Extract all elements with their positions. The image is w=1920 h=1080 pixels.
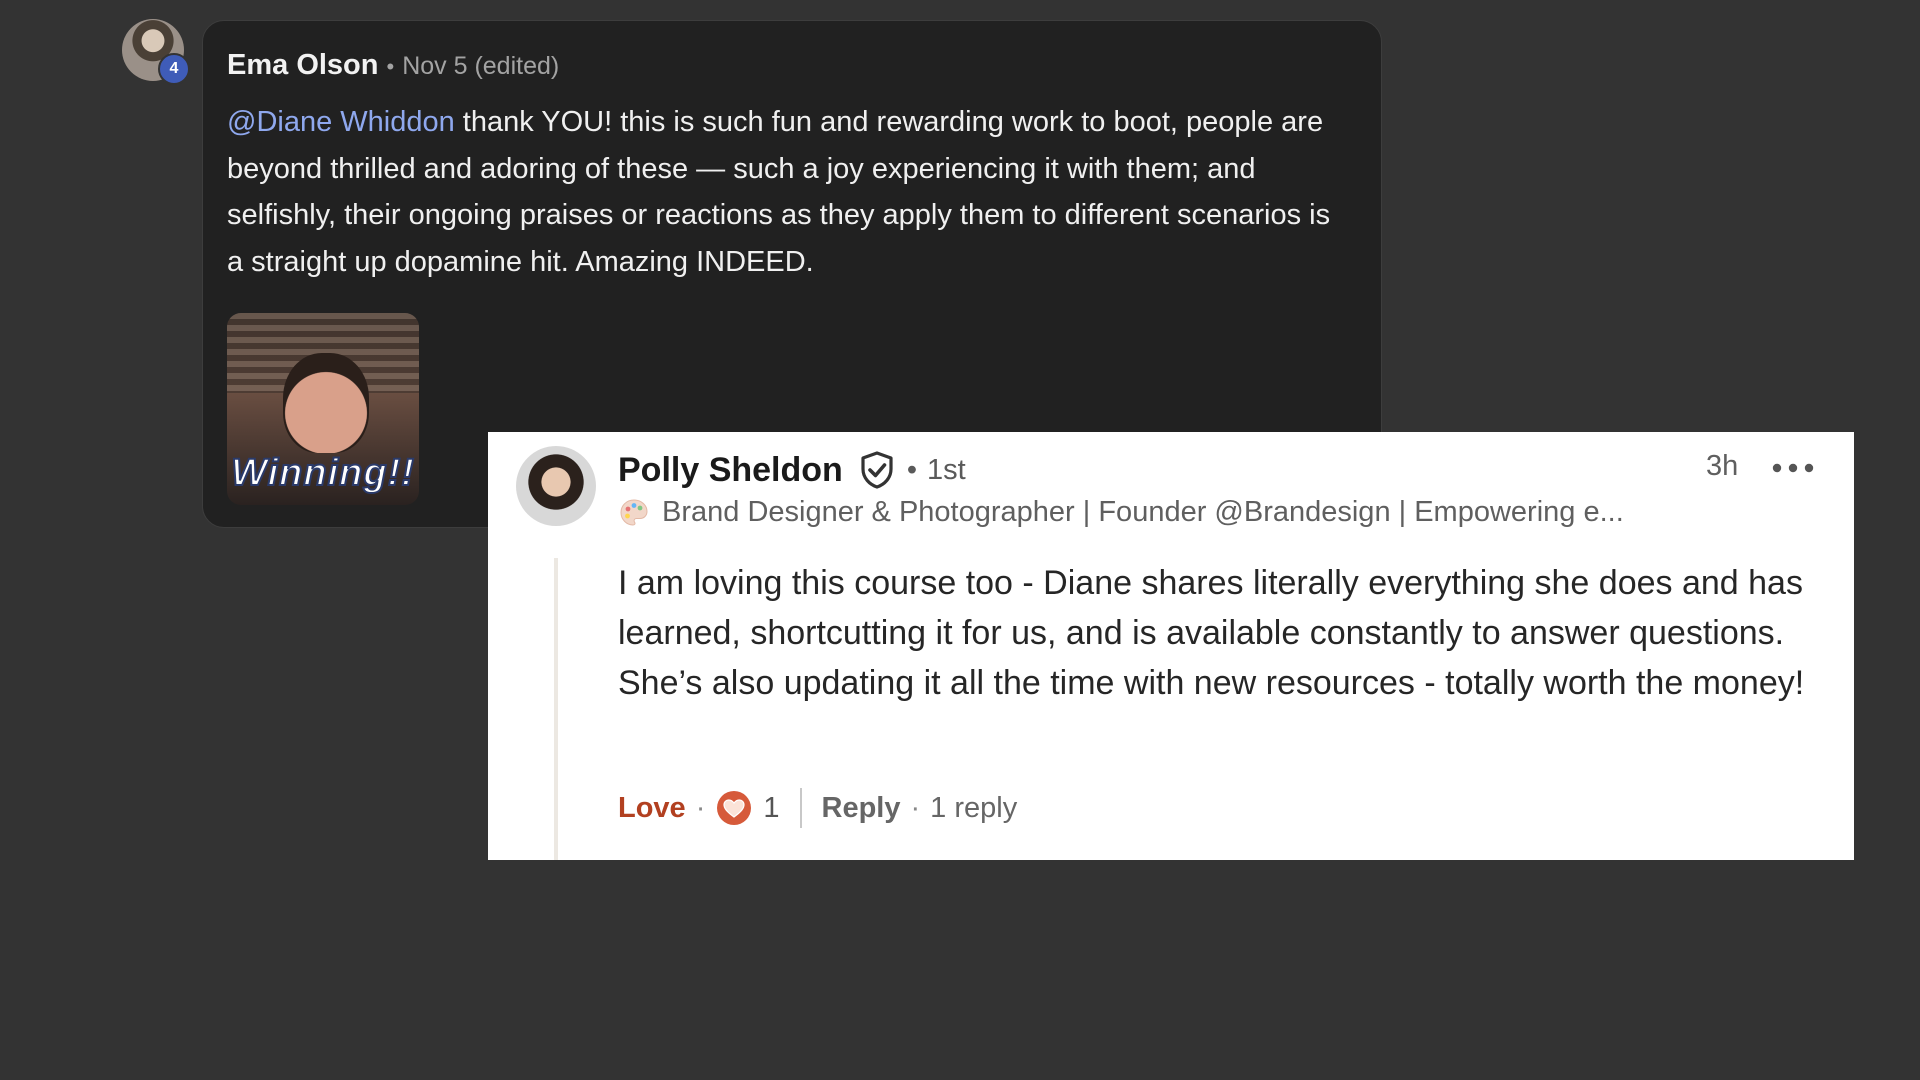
actions-divider	[799, 788, 802, 828]
more-horizontal-icon[interactable]	[1770, 458, 1816, 478]
reaction-count[interactable]: 1	[763, 792, 779, 825]
ema-author-name[interactable]: Ema Olson	[227, 49, 379, 82]
polly-avatar[interactable]	[516, 446, 596, 526]
polly-name-row: Polly Sheldon • 1st	[618, 450, 966, 490]
ema-avatar[interactable]: 4	[122, 19, 190, 85]
shield-check-icon	[861, 451, 893, 489]
action-dot: ·	[695, 791, 706, 824]
ema-comment-date: Nov 5 (edited)	[402, 52, 560, 80]
polly-headline-text: Brand Designer & Photographer | Founder …	[662, 496, 1624, 528]
polly-headline: Brand Designer & Photographer | Founder …	[618, 496, 1624, 529]
reply-button[interactable]: Reply	[822, 792, 901, 825]
thread-line	[554, 558, 558, 860]
action-dot-2: ·	[910, 791, 921, 824]
replies-link[interactable]: 1 reply	[930, 792, 1017, 825]
ema-comment-body: @Diane Whiddon thank YOU! this is such f…	[227, 99, 1347, 285]
comment-actions: Love · 1 Reply · 1 reply	[618, 788, 1017, 828]
winning-gif-thumbnail[interactable]: Winning!!	[227, 313, 419, 505]
connection-degree: 1st	[926, 453, 966, 486]
header-separator: •	[386, 54, 395, 79]
polly-comment-card: Polly Sheldon • 1st Brand Designer & Pho…	[488, 432, 1854, 860]
comment-timestamp: 3h	[1706, 450, 1739, 482]
avatar-count-badge: 4	[158, 53, 190, 85]
mention-link[interactable]: @Diane Whiddon	[227, 106, 455, 138]
polly-author-name[interactable]: Polly Sheldon	[618, 451, 843, 490]
degree-separator: •	[906, 453, 917, 486]
artist-palette-icon	[620, 498, 648, 526]
polly-comment-text: I am loving this course too - Diane shar…	[618, 564, 1805, 702]
gif-person	[283, 353, 369, 453]
ema-comment-header: Ema Olson • Nov 5 (edited)	[227, 49, 559, 82]
love-reaction-button[interactable]: Love	[618, 792, 686, 825]
heart-icon[interactable]	[715, 789, 753, 827]
gif-caption: Winning!!	[230, 451, 415, 495]
